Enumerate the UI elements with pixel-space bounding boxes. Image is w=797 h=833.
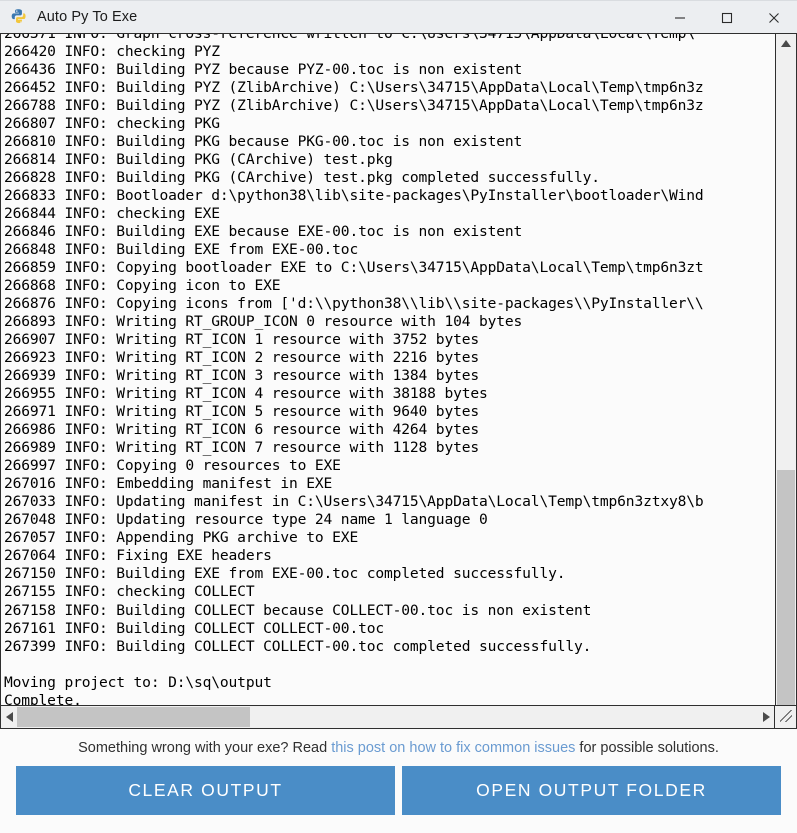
console-line: Complete.: [4, 691, 82, 706]
output-section: 266371 INFO: Graph cross-reference writt…: [0, 33, 797, 729]
console-row: 266371 INFO: Graph cross-reference writt…: [0, 33, 797, 706]
console-line: 267150 INFO: Building EXE from EXE-00.to…: [4, 565, 566, 583]
window-title: Auto Py To Exe: [37, 9, 138, 25]
console-line: 267016 INFO: Embedding manifest in EXE: [4, 475, 333, 493]
scroll-up-arrow-icon[interactable]: [776, 34, 796, 52]
console-line: 266844 INFO: checking EXE: [4, 205, 220, 223]
console-line: 266986 INFO: Writing RT_ICON 6 resource …: [4, 421, 479, 439]
console-line: 266810 INFO: Building PKG because PKG-00…: [4, 133, 523, 151]
console-line: 267399 INFO: Building COLLECT COLLECT-00…: [4, 637, 592, 655]
console-line: Moving project to: D:\sq\output: [4, 673, 272, 691]
console-line: 266436 INFO: Building PYZ because PYZ-00…: [4, 61, 523, 79]
console-line: 267048 INFO: Updating resource type 24 n…: [4, 511, 488, 529]
console-line: 267033 INFO: Updating manifest in C:\Use…: [4, 493, 704, 511]
horizontal-scroll-thumb[interactable]: [17, 707, 251, 727]
console-line: 266868 INFO: Copying icon to EXE: [4, 277, 281, 295]
console-line: 267158 INFO: Building COLLECT because CO…: [4, 601, 592, 619]
console-line: 266371 INFO: Graph cross-reference writt…: [4, 33, 695, 42]
scroll-right-arrow-icon[interactable]: [758, 712, 774, 722]
title-bar: Auto Py To Exe: [0, 0, 797, 33]
console-line: 266828 INFO: Building PKG (CArchive) tes…: [4, 169, 600, 187]
resize-grip-icon[interactable]: [775, 706, 797, 729]
console-line: 266814 INFO: Building PKG (CArchive) tes…: [4, 151, 393, 169]
console-line: 266893 INFO: Writing RT_GROUP_ICON 0 res…: [4, 313, 523, 331]
scroll-left-arrow-icon[interactable]: [1, 712, 17, 722]
fix-common-issues-link[interactable]: this post on how to fix common issues: [331, 740, 575, 756]
window-controls: [656, 1, 797, 34]
maximize-icon[interactable]: [703, 1, 750, 34]
horizontal-scroll-row: [0, 706, 797, 729]
vertical-scroll-thumb[interactable]: [777, 469, 795, 705]
output-console[interactable]: 266371 INFO: Graph cross-reference writt…: [0, 33, 775, 706]
action-buttons: CLEAR OUTPUT OPEN OUTPUT FOLDER: [0, 766, 797, 833]
console-line: 266907 INFO: Writing RT_ICON 1 resource …: [4, 331, 479, 349]
console-text: 266371 INFO: Graph cross-reference writt…: [4, 33, 775, 706]
horizontal-scroll-track[interactable]: [17, 706, 758, 728]
console-line: 266807 INFO: checking PKG: [4, 115, 220, 133]
console-line: 266989 INFO: Writing RT_ICON 7 resource …: [4, 439, 479, 457]
console-line: 266876 INFO: Copying icons from ['d:\\py…: [4, 295, 704, 313]
vertical-scrollbar[interactable]: [775, 33, 797, 706]
app-window: Auto Py To Exe 266371 INFO: Graph cross-…: [0, 0, 797, 833]
console-line: 266848 INFO: Building EXE from EXE-00.to…: [4, 241, 359, 259]
console-line: 266955 INFO: Writing RT_ICON 4 resource …: [4, 385, 488, 403]
vertical-scroll-track[interactable]: [776, 52, 796, 705]
console-line: 266939 INFO: Writing RT_ICON 3 resource …: [4, 367, 479, 385]
title-bar-left: Auto Py To Exe: [10, 8, 137, 26]
python-logo-icon: [10, 8, 28, 26]
minimize-icon[interactable]: [656, 1, 703, 34]
console-line: 267057 INFO: Appending PKG archive to EX…: [4, 529, 359, 547]
status-prefix: Something wrong with your exe? Read: [78, 740, 332, 756]
console-line: 266923 INFO: Writing RT_ICON 2 resource …: [4, 349, 479, 367]
close-icon[interactable]: [750, 1, 797, 34]
open-output-folder-button[interactable]: OPEN OUTPUT FOLDER: [402, 766, 781, 815]
horizontal-scrollbar[interactable]: [0, 706, 775, 729]
status-message: Something wrong with your exe? Read this…: [0, 729, 797, 766]
clear-output-button[interactable]: CLEAR OUTPUT: [16, 766, 395, 815]
status-suffix: for possible solutions.: [575, 740, 719, 756]
console-line: 267064 INFO: Fixing EXE headers: [4, 547, 272, 565]
console-line: 266859 INFO: Copying bootloader EXE to C…: [4, 259, 704, 277]
console-line: 266420 INFO: checking PYZ: [4, 43, 220, 61]
console-line: 266452 INFO: Building PYZ (ZlibArchive) …: [4, 79, 704, 97]
console-line: 266997 INFO: Copying 0 resources to EXE: [4, 457, 341, 475]
console-line: 267161 INFO: Building COLLECT COLLECT-00…: [4, 619, 384, 637]
console-line: 266788 INFO: Building PYZ (ZlibArchive) …: [4, 97, 704, 115]
console-line: 266833 INFO: Bootloader d:\python38\lib\…: [4, 187, 704, 205]
footer: Something wrong with your exe? Read this…: [0, 729, 797, 833]
console-line: 266971 INFO: Writing RT_ICON 5 resource …: [4, 403, 479, 421]
console-line: 266846 INFO: Building EXE because EXE-00…: [4, 223, 523, 241]
console-line: 267155 INFO: checking COLLECT: [4, 583, 255, 601]
